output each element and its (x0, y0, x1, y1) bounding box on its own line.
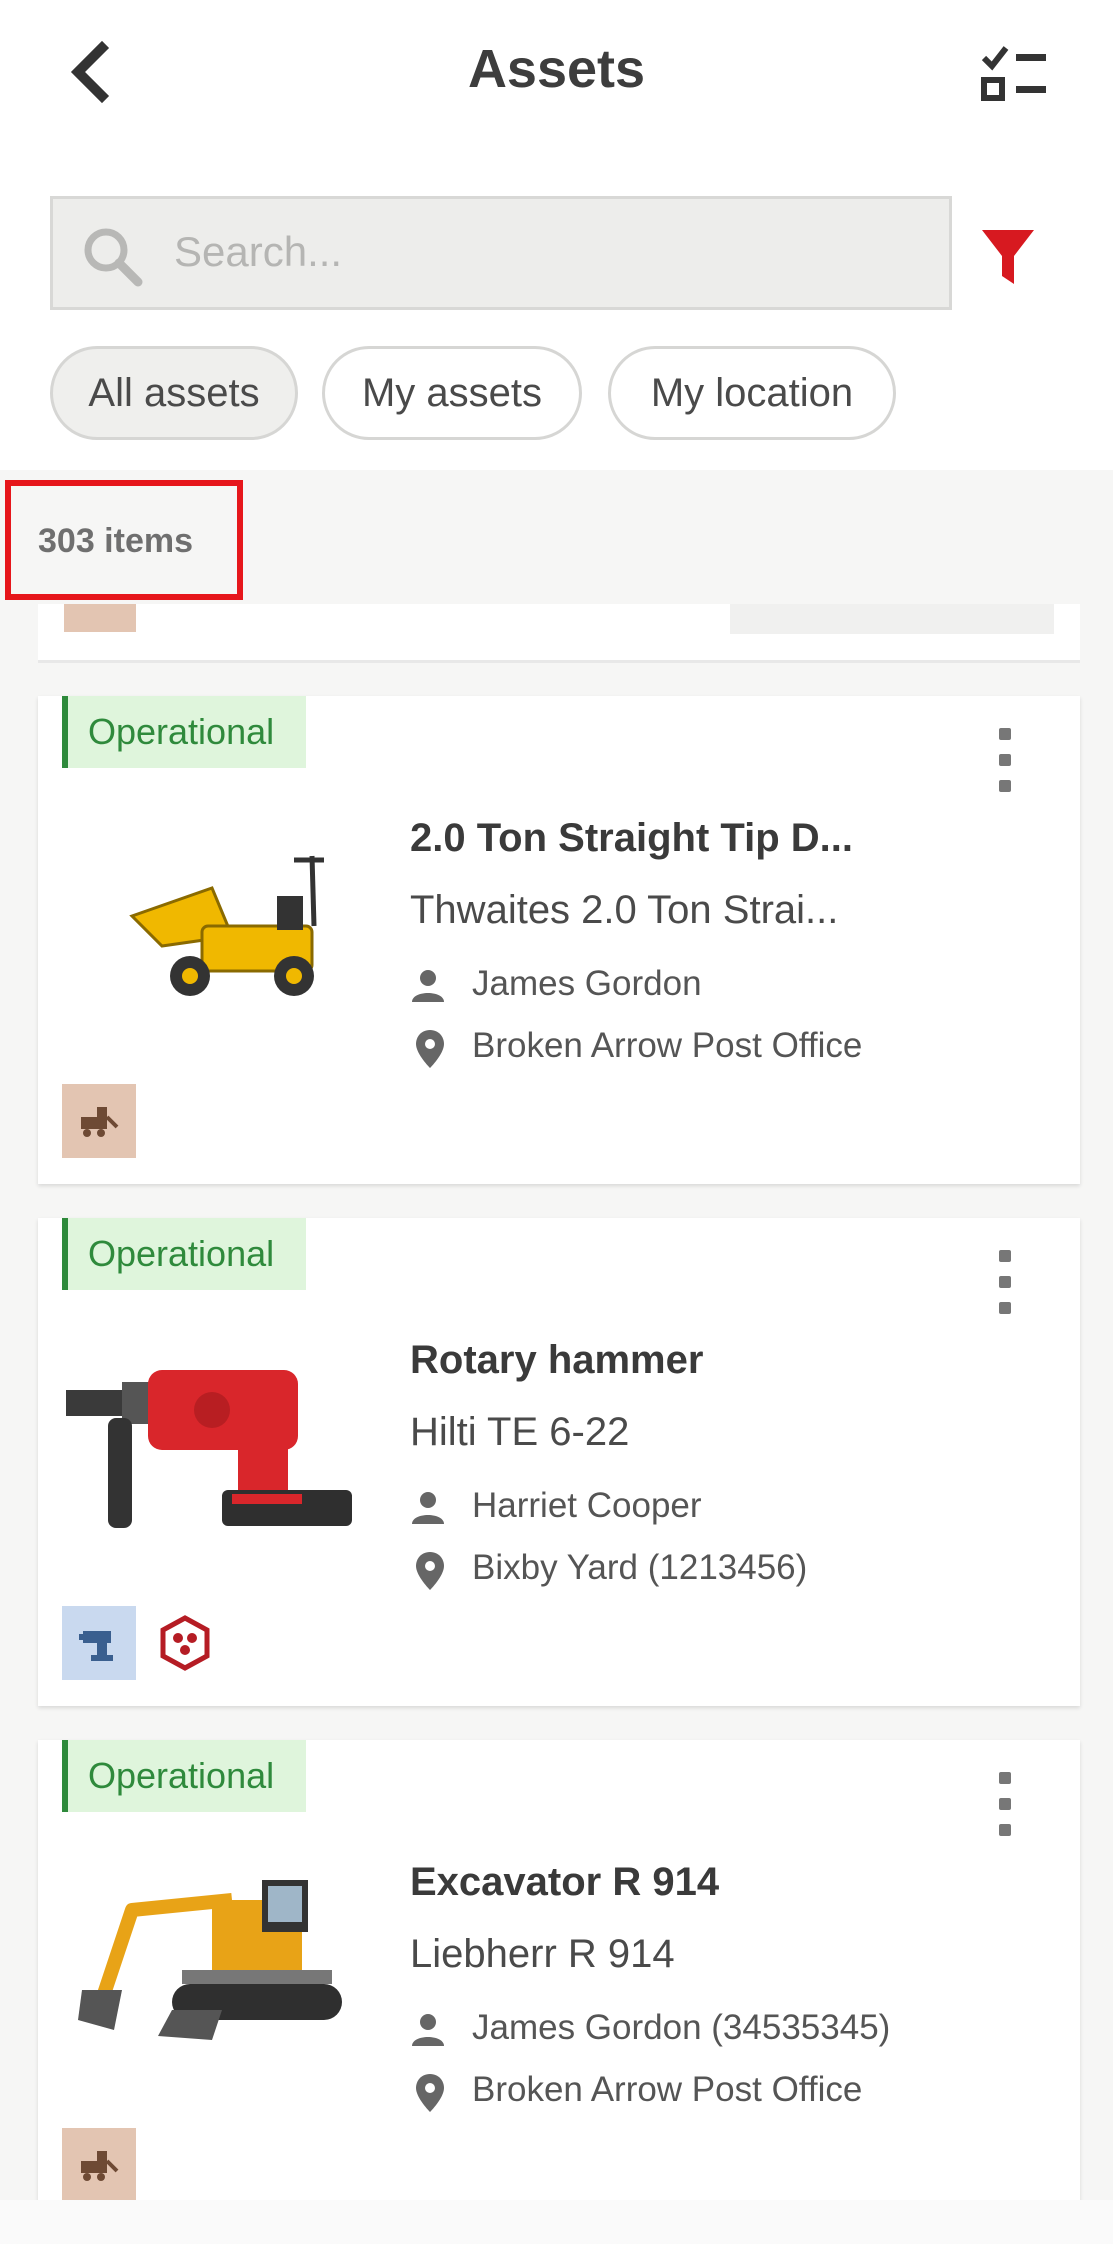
more-options-button[interactable] (990, 1772, 1020, 1836)
asset-model: Hilti TE 6-22 (410, 1410, 630, 1454)
location-pin-icon (416, 1030, 444, 1068)
asset-name: Rotary hammer (410, 1338, 704, 1382)
asset-location: Bixby Yard (1213456) (472, 1548, 808, 1587)
asset-image (78, 1880, 342, 2040)
asset-image (129, 855, 324, 996)
asset-location: Broken Arrow Post Office (472, 2070, 863, 2109)
checklist-icon (981, 46, 1046, 101)
category-badge (62, 1606, 136, 1680)
assigned-person: James Gordon (472, 964, 702, 1003)
bottom-edge (0, 2200, 1113, 2244)
heavy-equipment-icon (81, 1107, 119, 1137)
location-pin-icon (416, 2074, 444, 2112)
asset-name: 2.0 Ton Straight Tip D... (410, 816, 853, 860)
chip-my-location[interactable]: My location (608, 346, 896, 440)
asset-card[interactable]: Operational 2.0 Ton Straight Tip D... Th… (38, 696, 1080, 1184)
person-icon (412, 970, 444, 1002)
category-badge (62, 2128, 136, 2202)
more-options-button[interactable] (990, 1250, 1020, 1314)
highlight-box (5, 480, 243, 600)
more-options-button[interactable] (990, 728, 1020, 792)
assigned-person: James Gordon (34535345) (472, 2008, 891, 2047)
category-badge (62, 1084, 136, 1158)
search-placeholder: Search... (174, 228, 343, 275)
chip-my-assets[interactable]: My assets (322, 346, 582, 440)
asset-card[interactable]: Operational Rotary hammer Hilti TE 6-22 … (38, 1218, 1080, 1706)
hilti-hex-icon (160, 1615, 210, 1671)
checklist-button[interactable] (980, 42, 1050, 104)
filter-icon (982, 230, 1034, 284)
status-badge: Operational (62, 1218, 306, 1290)
asset-model: Liebherr R 914 (410, 1932, 675, 1976)
asset-name: Excavator R 914 (410, 1860, 720, 1904)
person-icon (412, 2014, 444, 2046)
assigned-person: Harriet Cooper (472, 1486, 702, 1525)
location-pin-icon (416, 1552, 444, 1590)
card-footer-bar (730, 604, 1054, 634)
person-icon (412, 1492, 444, 1524)
asset-model: Thwaites 2.0 Ton Strai... (410, 888, 839, 932)
chip-all-assets[interactable]: All assets (50, 346, 298, 440)
asset-card[interactable]: Operational Excavator R 914 Liebherr R 9… (38, 1740, 1080, 2228)
asset-image (66, 1370, 352, 1528)
category-badge (64, 604, 136, 632)
search-icon (84, 228, 143, 287)
heavy-equipment-icon (81, 2151, 119, 2181)
power-tool-icon (79, 1631, 113, 1661)
status-badge: Operational (62, 1740, 306, 1812)
status-badge: Operational (62, 696, 306, 768)
asset-location: Broken Arrow Post Office (472, 1026, 863, 1065)
page-title: Assets (467, 39, 646, 99)
filter-button[interactable] (980, 226, 1036, 288)
